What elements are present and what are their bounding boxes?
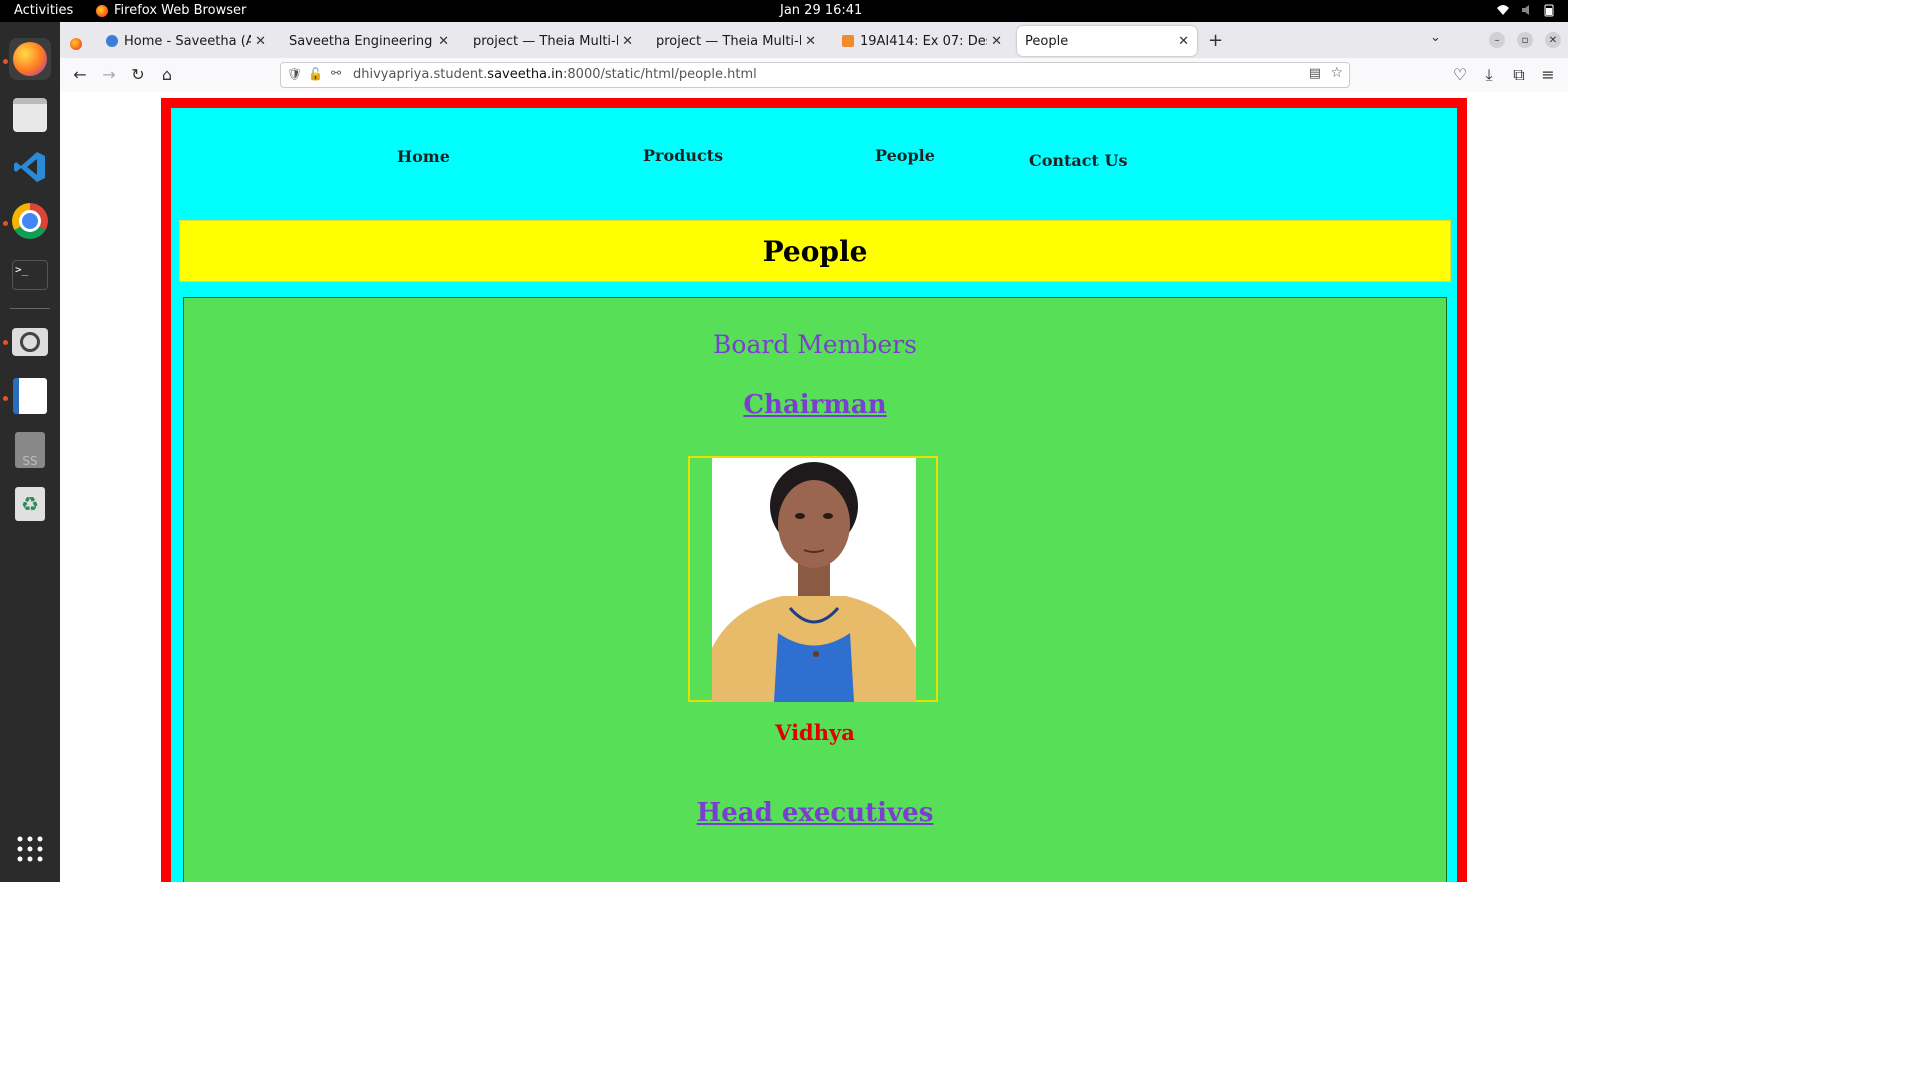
tab-19ai414[interactable]: 19AI414: Ex 07: Design a ✕ (834, 26, 1010, 56)
close-tab-icon[interactable]: ✕ (805, 34, 816, 49)
trash-icon[interactable]: ♻ (9, 483, 51, 525)
url-text: dhivyapriya.student.saveetha.in:8000/sta… (353, 67, 757, 82)
activities-button[interactable]: Activities (14, 3, 73, 18)
files-icon[interactable] (9, 94, 51, 136)
close-window-icon[interactable]: ✕ (1545, 32, 1561, 48)
tab-home-saveetha[interactable]: Home - Saveetha (Autonc ✕ (98, 26, 274, 56)
site-permissions-icon[interactable]: ⚯ (331, 66, 341, 80)
close-tab-icon[interactable]: ✕ (622, 34, 633, 49)
web-page: Home Products People Contact Us People B… (60, 92, 1568, 882)
restore-icon[interactable]: ▫ (1517, 32, 1533, 48)
menu-icon[interactable]: ≡ (1538, 65, 1558, 84)
back-icon[interactable]: ← (70, 65, 90, 84)
chairman-name: Vidhya (775, 720, 855, 745)
moodle-icon (842, 35, 854, 47)
tab-people[interactable]: People ✕ (1017, 26, 1197, 56)
head-executives-link[interactable]: Head executives (184, 798, 1446, 828)
page-title: People (762, 234, 868, 268)
image-viewer-icon[interactable] (9, 321, 51, 363)
section-title: Board Members (713, 330, 917, 359)
firefox-small-icon (96, 4, 108, 17)
bookmark-star-icon[interactable]: ☆ (1330, 65, 1343, 81)
nav-link-people[interactable]: People (875, 146, 935, 165)
red-border-frame: Home Products People Contact Us People B… (161, 98, 1467, 882)
dock: >_ SS ♻ (0, 22, 60, 882)
globe-icon (106, 35, 118, 47)
close-tab-icon[interactable]: ✕ (1178, 34, 1189, 49)
close-tab-icon[interactable]: ✕ (438, 34, 449, 49)
app-menu[interactable]: Firefox Web Browser (96, 3, 246, 18)
tab-project-theia-2[interactable]: project — Theia Multi-Langu ✕ (648, 26, 824, 56)
page-banner: People (179, 220, 1451, 282)
reader-view-icon[interactable]: ▤ (1309, 66, 1321, 81)
chairman-photo-frame (688, 456, 938, 702)
close-tab-icon[interactable]: ✕ (255, 34, 266, 49)
page-container: Home Products People Contact Us People B… (171, 108, 1457, 882)
terminal-icon[interactable]: >_ (9, 254, 51, 296)
vscode-icon[interactable] (9, 146, 51, 188)
list-all-tabs-icon[interactable]: ⌄ (1430, 30, 1441, 45)
content-section: Board Members Chairman Vidhya Head execu… (183, 297, 1447, 882)
system-top-bar: Activities Firefox Web Browser Jan 29 16… (0, 0, 1568, 22)
tab-saveetha-engineering[interactable]: Saveetha Engineering Colleg ✕ (281, 26, 457, 56)
navigation-bar: ← → ↻ ⌂ 🛡 🔓 ⚯ dhivyapriya.student.saveet… (60, 58, 1568, 93)
home-icon[interactable]: ⌂ (157, 65, 177, 84)
url-bar[interactable]: 🛡 🔓 ⚯ dhivyapriya.student.saveetha.in:80… (280, 62, 1350, 88)
libreoffice-writer-icon[interactable] (9, 375, 51, 417)
downloads-icon[interactable]: ⤓ (1479, 65, 1499, 85)
new-tab-icon[interactable]: + (1208, 30, 1223, 51)
close-tab-icon[interactable]: ✕ (991, 34, 1002, 49)
minimize-icon[interactable]: – (1489, 32, 1505, 48)
chrome-icon[interactable] (9, 200, 51, 242)
app-name: Firefox Web Browser (114, 3, 247, 18)
volume-icon (1522, 5, 1529, 15)
chairman-photo (712, 458, 916, 702)
shield-icon[interactable]: 🛡 (287, 67, 302, 81)
forward-icon[interactable]: → (99, 65, 119, 84)
chairman-link[interactable]: Chairman (184, 390, 1446, 420)
system-tray[interactable] (1496, 3, 1554, 17)
firefox-icon[interactable] (9, 38, 51, 80)
insecure-lock-icon[interactable]: 🔓 (308, 67, 323, 81)
reload-icon[interactable]: ↻ (128, 65, 148, 84)
app-grid-icon[interactable] (9, 828, 51, 870)
ssd-icon[interactable]: SS (9, 429, 51, 471)
battery-icon (1544, 4, 1554, 17)
nav-link-products[interactable]: Products (643, 146, 723, 165)
pocket-icon[interactable]: ♡ (1450, 65, 1470, 84)
extensions-icon[interactable]: ⧉ (1509, 65, 1529, 85)
nav-link-home[interactable]: Home (397, 147, 450, 166)
wifi-icon (1497, 5, 1509, 15)
clock[interactable]: Jan 29 16:41 (780, 3, 862, 18)
tab-project-theia-1[interactable]: project — Theia Multi-Langu ✕ (465, 26, 641, 56)
firefox-view-icon[interactable] (70, 35, 82, 54)
tab-bar: Home - Saveetha (Autonc ✕ Saveetha Engin… (60, 22, 1568, 58)
nav-link-contact[interactable]: Contact Us (1029, 151, 1127, 170)
